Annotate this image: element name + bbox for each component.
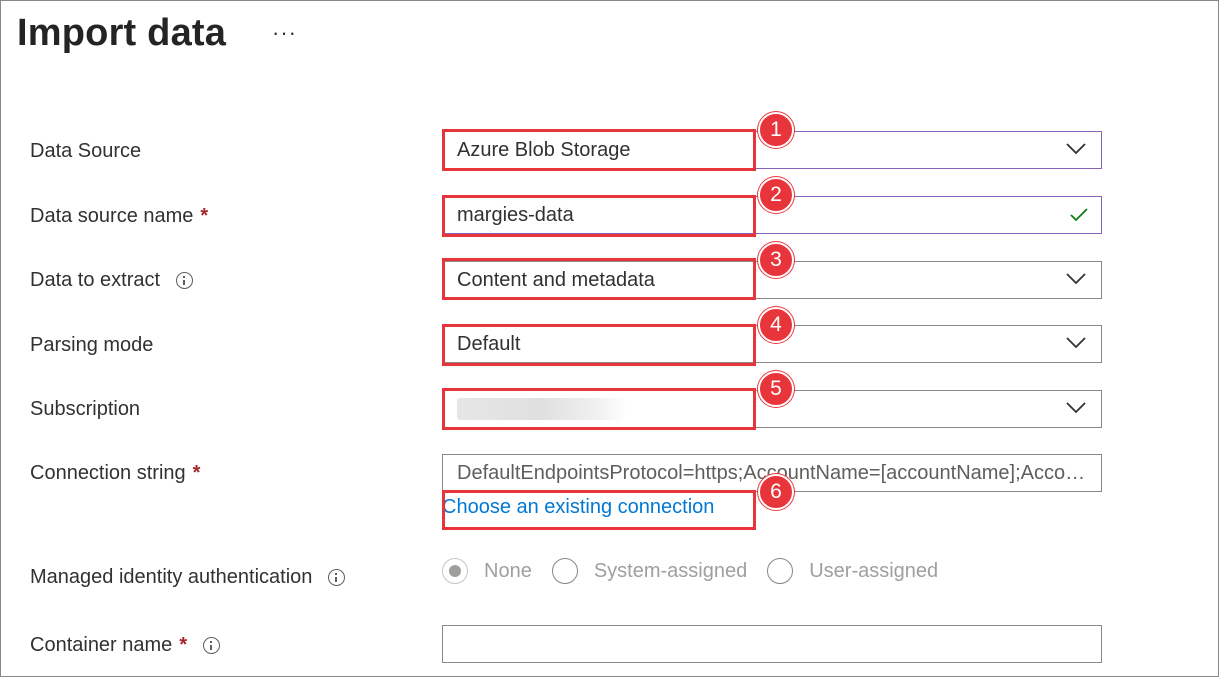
required-marker: * <box>179 634 188 656</box>
chevron-down-icon <box>1066 273 1086 285</box>
connection-string-label-text: Connection string <box>30 462 186 484</box>
parsing-mode-value: Default <box>457 332 521 355</box>
data-source-label: Data Source <box>30 140 141 163</box>
choose-existing-connection-link[interactable]: Choose an existing connection <box>442 496 714 519</box>
radio-circle <box>767 558 794 584</box>
annotation-badge-6: 6 <box>758 474 794 510</box>
subscription-label-text: Subscription <box>30 398 141 420</box>
chevron-down-icon <box>1066 402 1086 414</box>
annotation-badge-5: 5 <box>758 371 794 407</box>
container-name-label: Container name * <box>30 634 221 657</box>
data-source-name-value: margies-data <box>457 203 574 226</box>
info-icon[interactable] <box>328 569 346 586</box>
data-source-name-label: Data source name * <box>30 205 208 228</box>
data-source-value: Azure Blob Storage <box>457 138 631 161</box>
radio-label: System-assigned <box>593 559 748 582</box>
radio-circle-selected <box>442 558 468 584</box>
required-marker: * <box>192 462 201 484</box>
annotation-badge-2: 2 <box>758 177 794 213</box>
managed-identity-radio-group: None System-assigned User-assigned <box>442 558 958 584</box>
chevron-down-icon <box>1066 143 1086 155</box>
data-to-extract-value: Content and metadata <box>457 268 655 291</box>
info-icon[interactable] <box>176 272 194 289</box>
page-title: Import data <box>17 12 227 54</box>
data-source-name-label-text: Data source name <box>30 205 194 227</box>
radio-label: User-assigned <box>809 559 939 582</box>
chevron-down-icon <box>1066 337 1086 349</box>
checkmark-icon <box>1070 208 1088 222</box>
data-source-label-text: Data Source <box>30 140 142 162</box>
annotation-badge-4: 4 <box>758 307 794 343</box>
parsing-mode-label: Parsing mode <box>30 334 153 357</box>
managed-identity-label-text: Managed identity authentication <box>30 566 313 588</box>
radio-system-assigned[interactable]: System-assigned <box>551 558 748 584</box>
required-marker: * <box>200 205 209 227</box>
more-options-icon[interactable]: ··· <box>272 20 297 46</box>
data-to-extract-label: Data to extract <box>30 269 194 292</box>
annotation-badge-3: 3 <box>758 242 794 278</box>
managed-identity-label: Managed identity authentication <box>30 566 346 589</box>
subscription-label: Subscription <box>30 398 140 421</box>
radio-circle <box>551 558 578 584</box>
data-to-extract-label-text: Data to extract <box>30 269 161 291</box>
parsing-mode-label-text: Parsing mode <box>30 334 154 356</box>
radio-none[interactable]: None <box>442 558 532 584</box>
info-icon[interactable] <box>203 637 221 654</box>
connection-string-label: Connection string * <box>30 462 200 485</box>
annotation-badge-1: 1 <box>758 112 794 148</box>
radio-user-assigned[interactable]: User-assigned <box>767 558 938 584</box>
radio-label: None <box>484 559 532 582</box>
container-name-input[interactable] <box>442 625 1102 663</box>
container-name-label-text: Container name <box>30 634 173 656</box>
subscription-redacted-value <box>457 398 627 420</box>
